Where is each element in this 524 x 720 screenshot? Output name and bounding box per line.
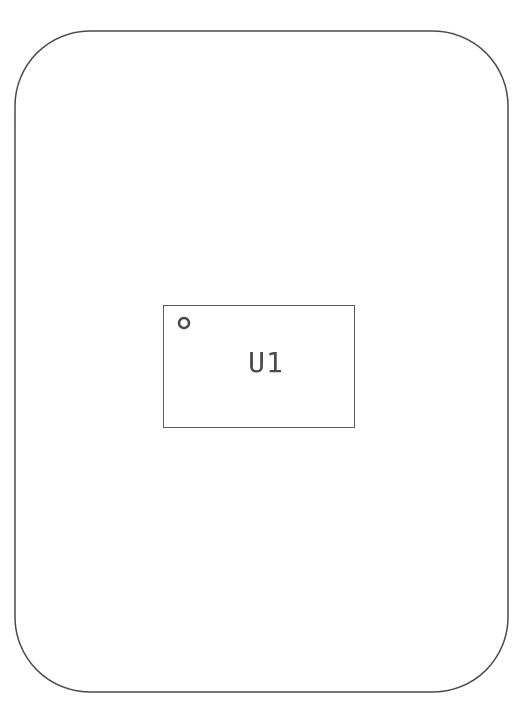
component-designator: U1 — [248, 346, 284, 379]
component-u1[interactable]: U1 — [163, 305, 355, 428]
pin1-marker-icon — [177, 316, 191, 330]
pcb-canvas: U1 — [0, 0, 524, 720]
pcb-drawing: U1 — [14, 30, 509, 693]
